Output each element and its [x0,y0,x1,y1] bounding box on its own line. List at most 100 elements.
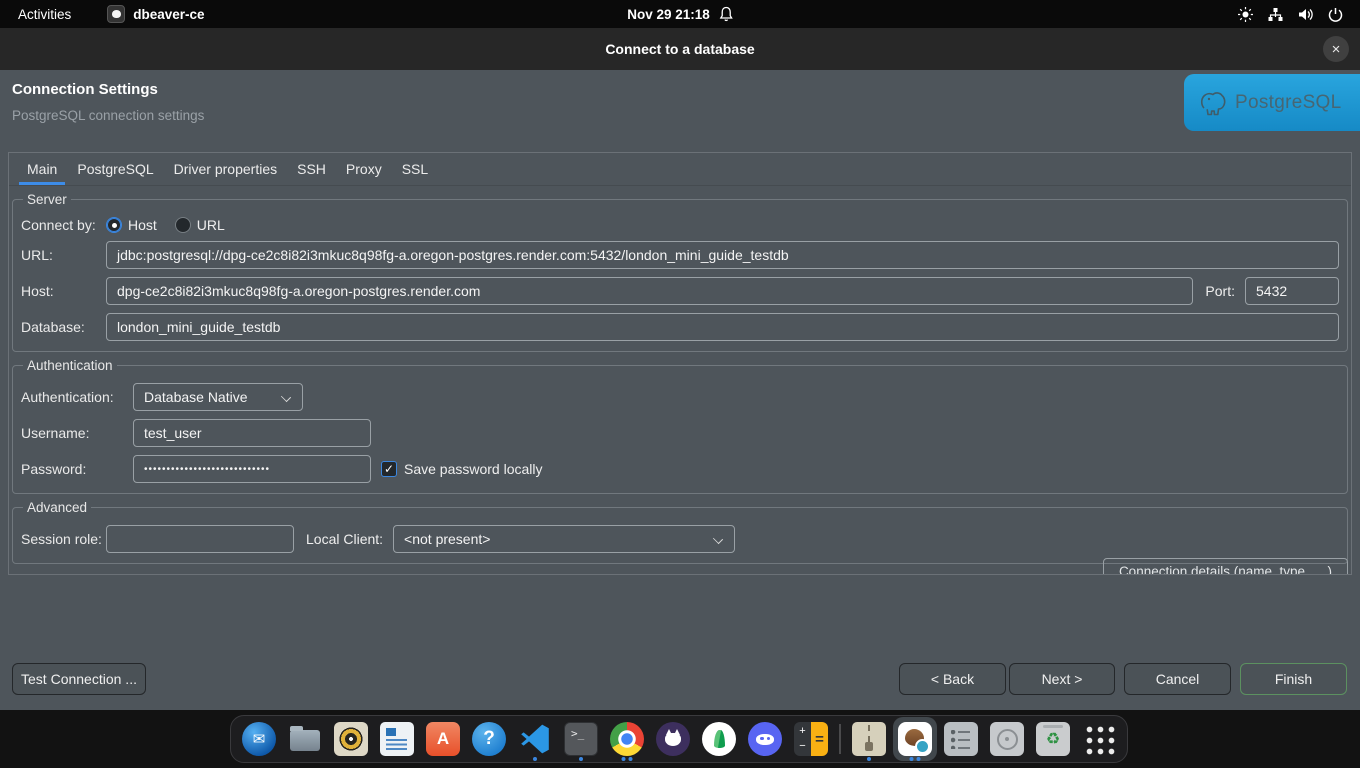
back-button[interactable]: < Back [899,663,1006,695]
dock-item-settings[interactable] [938,716,984,762]
chevron-down-icon [713,534,723,544]
host-value: dpg-ce2c8i82i3mkuc8q98fg-a.oregon-postgr… [117,283,480,299]
advanced-group: Advanced Session role: Local Client: <no… [12,500,1348,564]
username-label: Username: [21,425,133,441]
checkmark-icon: ✓ [384,463,394,475]
tab-main[interactable]: Main [19,155,65,185]
activities-button[interactable]: Activities [0,0,89,28]
password-value: •••••••••••••••••••••••••••• [144,464,270,475]
radio-url[interactable] [175,217,191,233]
disk-utility-icon [990,722,1024,756]
tab-driver-properties[interactable]: Driver properties [166,155,285,185]
database-value: london_mini_guide_testdb [117,319,280,335]
help-icon: ? [472,722,506,756]
dock-item-dbeaver[interactable] [892,716,938,762]
authentication-select[interactable]: Database Native [133,383,303,411]
dock-item-rhythmbox[interactable] [328,716,374,762]
password-input[interactable]: •••••••••••••••••••••••••••• [133,455,371,483]
local-client-label: Local Client: [306,531,383,547]
save-password-label[interactable]: Save password locally [404,461,543,477]
url-label: URL: [21,247,106,263]
connection-settings-panel: Main PostgreSQL Driver properties SSH Pr… [8,152,1352,575]
dialog-button-bar: Test Connection ... < Back Next > Cancel… [12,663,1347,695]
dock-item-ubuntu-software[interactable]: A [420,716,466,762]
server-group-legend: Server [23,192,71,207]
authentication-label: Authentication: [21,389,133,405]
connection-details-button[interactable]: Connection details (name, type, ... ) [1103,558,1348,575]
terminal-icon: >_ [564,722,598,756]
save-password-checkbox[interactable]: ✓ [381,461,397,477]
archive-manager-icon [852,722,886,756]
files-folder-icon [288,722,322,756]
password-row: Password: •••••••••••••••••••••••••••• ✓… [21,455,1339,483]
username-row: Username: test_user [21,419,1339,447]
username-value: test_user [144,425,202,441]
auth-type-row: Authentication: Database Native [21,383,1339,411]
dock-item-archive-manager[interactable] [846,716,892,762]
radio-host[interactable] [106,217,122,233]
dock-item-github-desktop[interactable] [650,716,696,762]
dock-item-chrome[interactable] [604,716,650,762]
port-label: Port: [1205,283,1235,299]
dock-item-vscode[interactable] [512,716,558,762]
dock-item-thunderbird[interactable]: ✉ [236,716,282,762]
network-icon [1267,6,1284,23]
username-input[interactable]: test_user [133,419,371,447]
session-role-label: Session role: [21,531,106,547]
dock-item-help[interactable]: ? [466,716,512,762]
next-button[interactable]: Next > [1009,663,1115,695]
radio-host-label[interactable]: Host [128,217,157,233]
volume-icon [1297,6,1314,23]
tab-proxy[interactable]: Proxy [338,155,390,185]
cancel-button[interactable]: Cancel [1124,663,1231,695]
ubuntu-software-icon: A [426,722,460,756]
session-role-input[interactable] [106,525,294,553]
page-subtitle: PostgreSQL connection settings [12,108,204,123]
authentication-value: Database Native [144,389,248,405]
dock-separator [839,724,841,754]
dock-item-mongodb-compass[interactable] [696,716,742,762]
dock-item-terminal[interactable]: >_ [558,716,604,762]
bottom-dock-bar: ✉ A ? >_ +−= ♻ [0,710,1360,768]
local-client-select[interactable]: <not present> [393,525,735,553]
authentication-group-legend: Authentication [23,358,117,373]
close-icon: × [1332,42,1341,57]
dock-item-files[interactable] [282,716,328,762]
host-label: Host: [21,283,106,299]
brightness-icon [1237,6,1254,23]
settings-properties-icon [944,722,978,756]
notification-bell-icon [719,6,733,22]
dialog-title: Connect to a database [605,41,754,57]
close-button[interactable]: × [1323,36,1349,62]
dialog-header: Connection Settings PostgreSQL connectio… [0,70,1360,135]
port-input[interactable]: 5432 [1245,277,1339,305]
test-connection-button[interactable]: Test Connection ... [12,663,146,695]
app-grid-icon [1083,723,1116,756]
url-input[interactable]: jdbc:postgresql://dpg-ce2c8i82i3mkuc8q98… [106,241,1339,269]
database-label: Database: [21,319,106,335]
database-input[interactable]: london_mini_guide_testdb [106,313,1339,341]
connect-by-label: Connect by: [21,217,106,233]
host-input[interactable]: dpg-ce2c8i82i3mkuc8q98fg-a.oregon-postgr… [106,277,1193,305]
tab-ssl[interactable]: SSL [394,155,436,185]
vscode-icon [520,724,550,754]
dock-item-trash[interactable]: ♻ [1030,716,1076,762]
port-value: 5432 [1256,283,1287,299]
dock-item-disk-utility[interactable] [984,716,1030,762]
clock-menu[interactable]: Nov 29 21:18 [627,6,733,22]
dock-item-discord[interactable] [742,716,788,762]
dialog-titlebar[interactable]: Connect to a database × [0,28,1360,70]
top-system-bar: Activities dbeaver-ce Nov 29 21:18 [0,0,1360,28]
mongodb-compass-icon [702,722,736,756]
dock-item-calculator[interactable]: +−= [788,716,834,762]
radio-url-label[interactable]: URL [197,217,225,233]
focused-app-indicator[interactable]: dbeaver-ce [107,5,204,23]
discord-icon [748,722,782,756]
password-label: Password: [21,461,133,477]
system-status-area[interactable] [1237,0,1360,28]
dock-item-libreoffice-writer[interactable] [374,716,420,762]
tab-postgresql[interactable]: PostgreSQL [69,155,161,185]
finish-button[interactable]: Finish [1240,663,1347,695]
dock-item-app-grid[interactable] [1076,716,1122,762]
tab-ssh[interactable]: SSH [289,155,334,185]
